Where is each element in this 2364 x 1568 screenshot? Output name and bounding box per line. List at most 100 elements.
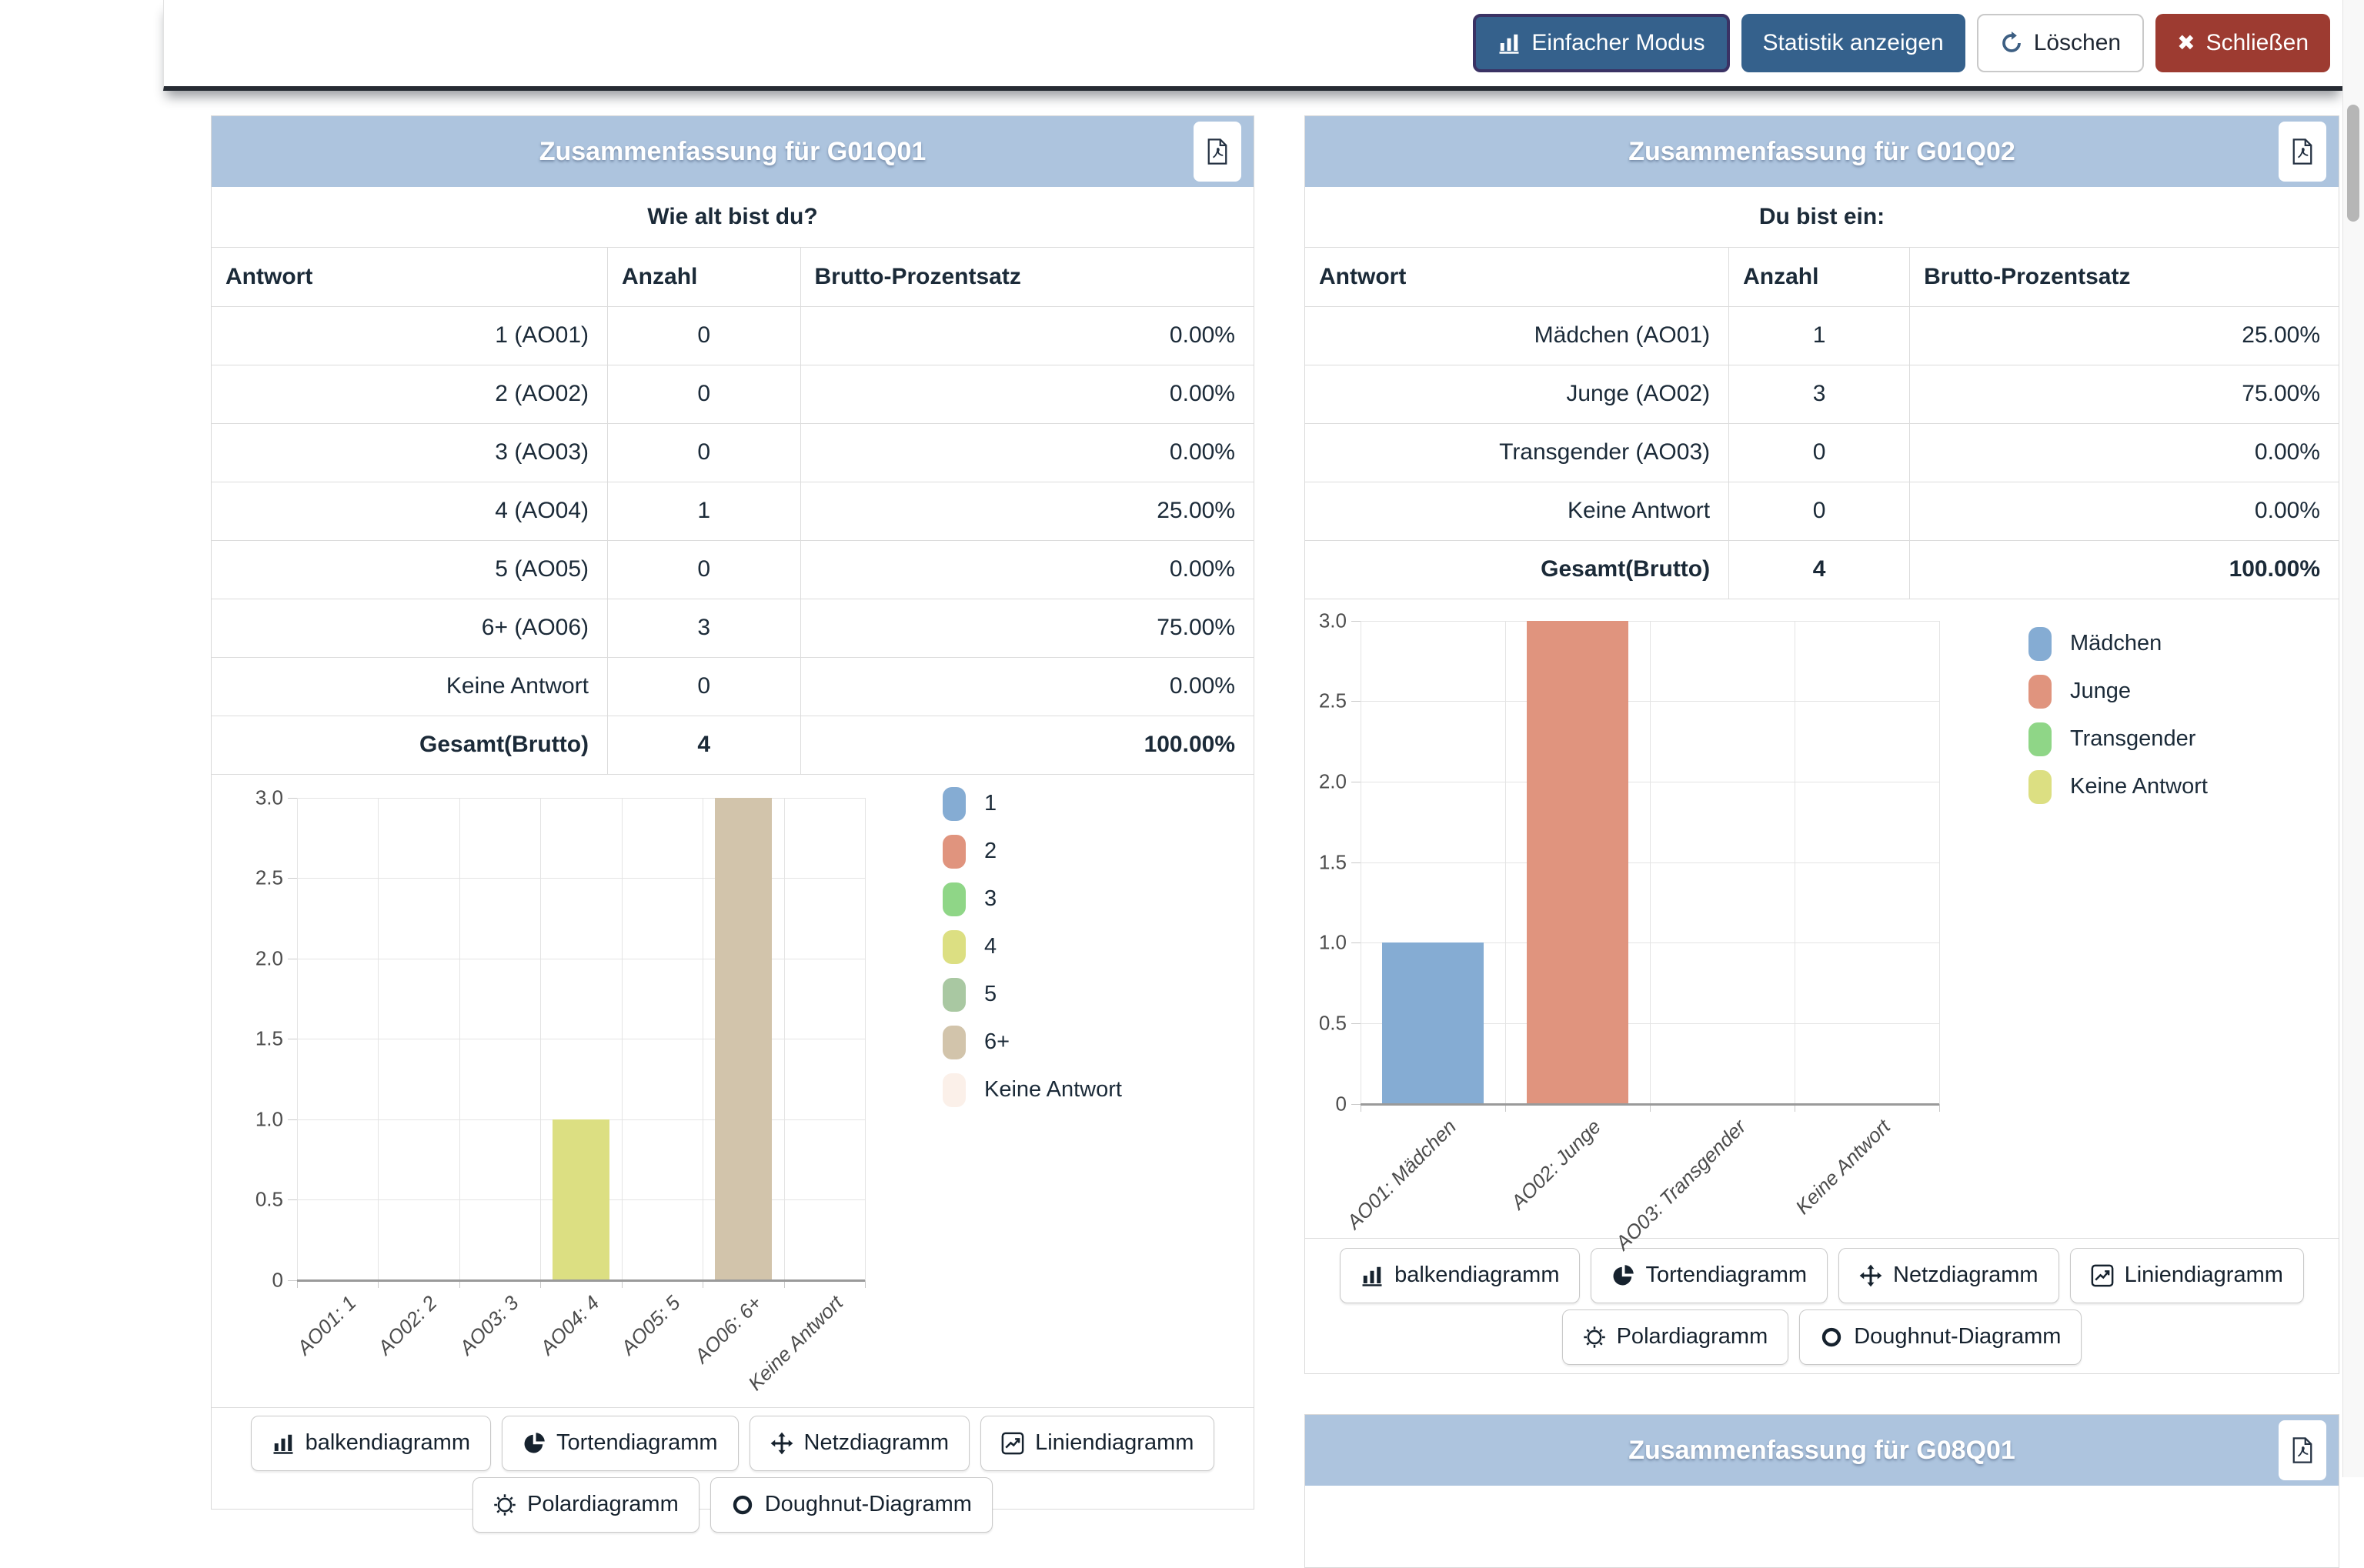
y-axis-tick (1351, 621, 1361, 622)
gridline (297, 878, 865, 879)
close-button[interactable]: ✖ Schließen (2155, 14, 2330, 72)
export-pdf-button[interactable] (1194, 122, 1241, 182)
radar-chart-button[interactable]: Netzdiagramm (1838, 1248, 2059, 1303)
table-cell: 25.00% (800, 482, 1254, 540)
legend-label: 3 (984, 886, 997, 912)
summary-panel-g01q02: Zusammenfassung für G01Q02 Du bist ein: … (1304, 115, 2339, 1374)
legend-swatch (2028, 722, 2052, 756)
button-label: Polardiagramm (527, 1492, 679, 1517)
file-pdf-icon (1206, 138, 1229, 165)
button-label: Netzdiagramm (1893, 1263, 2038, 1288)
export-pdf-button[interactable] (2279, 1420, 2326, 1480)
table-cell: 3 (608, 599, 800, 657)
legend-item: Keine Antwort (943, 1073, 1122, 1107)
table-cell: 3 (1729, 365, 1910, 423)
table-cell: 25.00% (1910, 306, 2339, 365)
table-header-row: Antwort Anzahl Brutto-Prozentsatz (212, 248, 1254, 306)
summary-panel-g01q01: Zusammenfassung für G01Q01 Wie alt bist … (211, 115, 1254, 1510)
pie-chart-icon (523, 1432, 546, 1455)
line-chart-button[interactable]: Liniendiagramm (2070, 1248, 2304, 1303)
bar-chart-button[interactable]: balkendiagramm (1340, 1248, 1580, 1303)
bar-chart-button[interactable]: balkendiagramm (251, 1416, 491, 1471)
table-cell: 0 (1729, 423, 1910, 482)
y-axis-tick (288, 1119, 297, 1120)
polar-chart-button[interactable]: Polardiagramm (1562, 1309, 1789, 1365)
panel-header: Zusammenfassung für G08Q01 (1305, 1415, 2339, 1486)
bar-chart-icon (272, 1432, 295, 1455)
table-cell: 2 (AO02) (212, 365, 608, 423)
table-cell: Gesamt(Brutto) (212, 716, 608, 774)
legend-label: 1 (984, 791, 997, 816)
chart-type-buttons: balkendiagrammTortendiagramm Netzdiagramm… (1305, 1239, 2339, 1376)
chart-type-buttons: balkendiagrammTortendiagramm Netzdiagramm… (212, 1408, 1254, 1543)
button-label: Doughnut-Diagramm (1854, 1324, 2061, 1349)
legend-label: Junge (2070, 679, 2131, 704)
button-label: Doughnut-Diagramm (765, 1492, 972, 1517)
table-cell: Keine Antwort (212, 657, 608, 716)
table-cell: 75.00% (800, 599, 1254, 657)
y-axis-tick-label: 1.0 (255, 1107, 283, 1131)
table-cell: 4 (AO04) (212, 482, 608, 540)
y-axis-tick (1351, 1104, 1361, 1105)
summary-panel-g08q01: Zusammenfassung für G08Q01 (1304, 1414, 2339, 1568)
legend-swatch (2028, 770, 2052, 804)
scrollbar-thumb[interactable] (2347, 105, 2359, 222)
chart-bar (715, 798, 772, 1280)
chart-legend: MädchenJungeTransgenderKeine Antwort (2028, 627, 2208, 818)
vertical-scrollbar[interactable] (2342, 0, 2364, 1477)
legend-label: 2 (984, 839, 997, 864)
x-axis-category-label-text: AO02: 2 (373, 1291, 442, 1359)
table-row: Keine Antwort00.00% (1305, 482, 2339, 540)
table-row: 6+ (AO06)375.00% (212, 599, 1254, 657)
column-header: Antwort (212, 248, 608, 306)
x-axis-category-label-text: AO03: 3 (455, 1291, 523, 1359)
simple-mode-button[interactable]: Einfacher Modus (1473, 14, 1729, 72)
legend-item: Mädchen (2028, 627, 2208, 661)
legend-item: 3 (943, 882, 1122, 916)
legend-swatch (943, 930, 966, 964)
x-axis-category-label-text: AO03: Transgender (1611, 1115, 1751, 1255)
column-header: Anzahl (1729, 248, 1910, 306)
radar-chart-button[interactable]: Netzdiagramm (750, 1416, 970, 1471)
legend-swatch (2028, 675, 2052, 709)
gridline (297, 798, 865, 799)
y-axis-tick (1351, 862, 1361, 863)
bar-chart: 3.02.52.01.51.00.50AO01: MädchenAO02: Ju… (1305, 599, 2339, 1239)
bar-chart-icon (1498, 32, 1521, 55)
show-statistics-button[interactable]: Statistik anzeigen (1741, 14, 1965, 72)
doughnut-chart-button[interactable]: Doughnut-Diagramm (710, 1477, 993, 1533)
y-axis-tick-label: 0.5 (255, 1188, 283, 1212)
pie-chart-button[interactable]: Tortendiagramm (502, 1416, 739, 1471)
chart-legend: 123456+Keine Antwort (943, 787, 1122, 1121)
table-cell: 3 (AO03) (212, 423, 608, 482)
table-total-row: Gesamt(Brutto)4100.00% (1305, 540, 2339, 599)
table-row: Junge (AO02)375.00% (1305, 365, 2339, 423)
x-axis-category-label-text: Keine Antwort (1791, 1115, 1895, 1219)
export-pdf-button[interactable] (2279, 122, 2326, 182)
x-axis-category-label-text: AO05: 5 (616, 1291, 685, 1359)
doughnut-chart-button[interactable]: Doughnut-Diagramm (1799, 1309, 2082, 1365)
legend-item: 2 (943, 835, 1122, 869)
column-header: Antwort (1305, 248, 1729, 306)
legend-swatch (943, 835, 966, 869)
column-header: Brutto-Prozentsatz (1910, 248, 2339, 306)
legend-swatch (943, 978, 966, 1012)
button-label: Einfacher Modus (1531, 30, 1705, 56)
table-cell: 6+ (AO06) (212, 599, 608, 657)
y-axis-tick-label: 0 (272, 1268, 283, 1292)
polar-chart-icon (493, 1493, 516, 1516)
y-axis-tick-label: 0 (1336, 1092, 1347, 1116)
column-header: Anzahl (608, 248, 800, 306)
button-label: Netzdiagramm (804, 1430, 950, 1456)
y-axis-tick-label: 2.0 (255, 946, 283, 970)
y-axis-tick (1351, 942, 1361, 943)
polar-chart-button[interactable]: Polardiagramm (472, 1477, 700, 1533)
panel-title: Zusammenfassung für G01Q01 (539, 137, 927, 167)
chart-bar (553, 1119, 609, 1280)
pie-chart-button[interactable]: Tortendiagramm (1591, 1248, 1828, 1303)
table-cell: 0.00% (1910, 423, 2339, 482)
clear-button[interactable]: Löschen (1977, 14, 2144, 72)
table-cell: Mädchen (AO01) (1305, 306, 1729, 365)
y-axis-tick-label: 3.0 (1319, 609, 1347, 632)
line-chart-button[interactable]: Liniendiagramm (980, 1416, 1214, 1471)
